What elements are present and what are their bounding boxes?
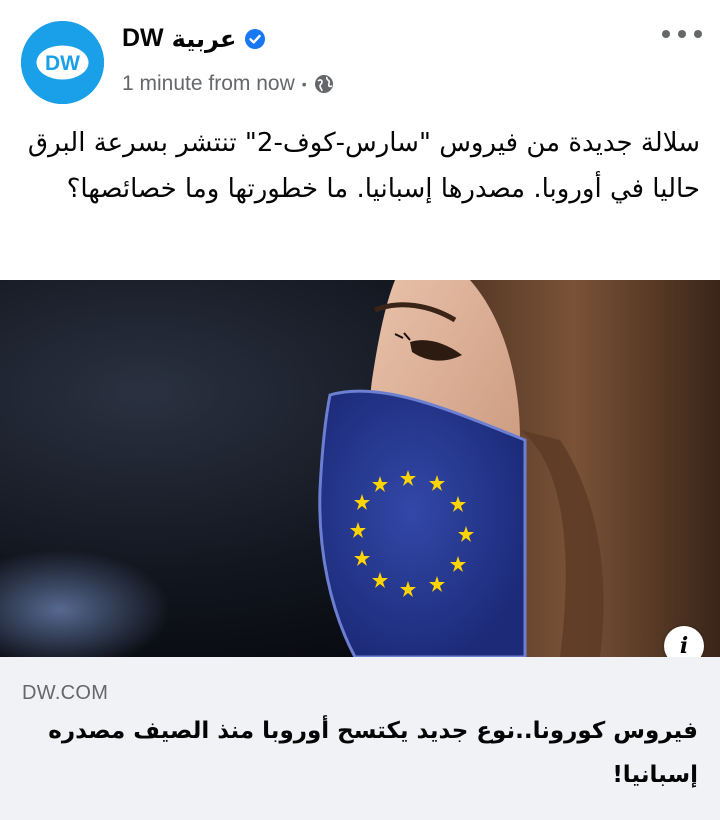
woman-eu-mask-photo: [0, 280, 720, 657]
more-dot-icon: [694, 30, 702, 38]
more-dot-icon: [678, 30, 686, 38]
page-name-latin[interactable]: DW: [122, 24, 164, 53]
page-avatar[interactable]: DW: [21, 21, 104, 104]
link-preview[interactable]: DW.COM فيروس كورونا..نوع جديد يكتسح أورو…: [0, 657, 720, 820]
page-name-arabic[interactable]: عربية: [172, 25, 237, 53]
link-domain: DW.COM: [22, 682, 109, 704]
post-image[interactable]: [0, 280, 720, 657]
link-title[interactable]: فيروس كورونا..نوع جديد يكتسح أوروبا منذ …: [22, 709, 698, 797]
meta-separator: •: [301, 76, 307, 92]
more-dot-icon: [662, 30, 670, 38]
page-name[interactable]: DW عربية: [122, 24, 266, 53]
more-options-icon[interactable]: [662, 22, 702, 46]
avatar-label: DW: [45, 52, 80, 75]
post-header: DW DW عربية 1 minute from now •: [0, 0, 720, 115]
post-timestamp[interactable]: 1 minute from now: [122, 72, 295, 96]
post-text: سلالة جديدة من فيروس "سارس-كوف-2" تنتشر …: [27, 128, 700, 204]
verified-badge-icon: [245, 28, 266, 49]
dw-logo-icon: DW: [21, 21, 104, 104]
post-meta: 1 minute from now •: [122, 72, 334, 96]
globe-icon[interactable]: [314, 74, 334, 94]
